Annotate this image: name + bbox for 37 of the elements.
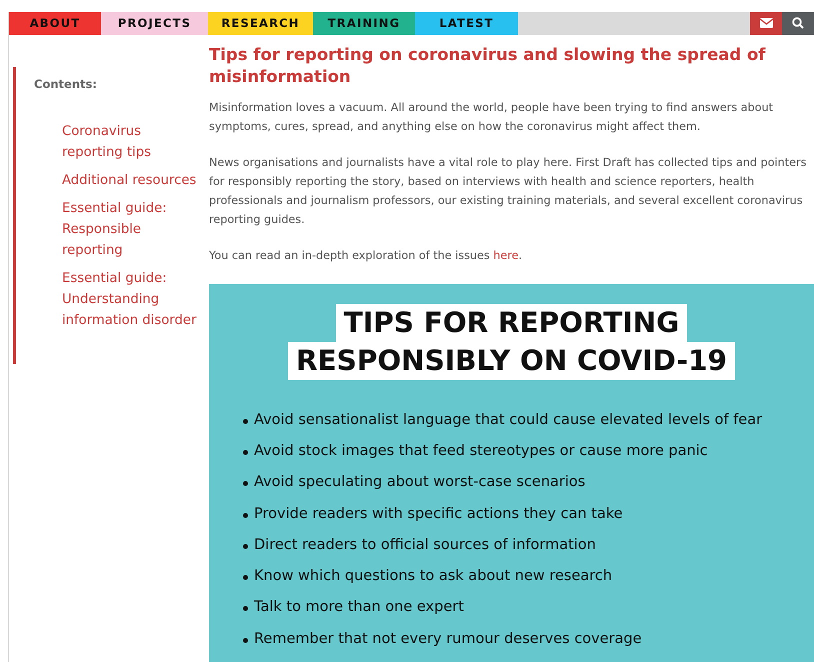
bullet-icon <box>243 418 248 424</box>
nav-tab[interactable]: PROJECTS <box>101 12 208 35</box>
nav-tab[interactable]: RESEARCH <box>208 12 313 35</box>
tip-item: Avoid stock images that feed stereotypes or cause more panic <box>243 442 814 474</box>
mail-button[interactable] <box>750 12 782 35</box>
bullet-icon <box>243 575 248 580</box>
contents-heading: Contents: <box>34 76 98 91</box>
tip-item: Provide readers with specific actions they can take <box>243 506 814 537</box>
tip-item: Avoid speculating about worst-case scenarios <box>243 474 814 506</box>
search-icon <box>792 17 804 30</box>
tip-item: Direct readers to official sources of information <box>243 536 814 568</box>
contents-link[interactable]: Essential guide: Understanding information disorder <box>62 268 204 331</box>
tip-item: Talk to more than one expert <box>243 599 814 631</box>
bullet-icon <box>243 544 248 549</box>
tip-item: Avoid sensationalist language that could cause elevated levels of fear <box>243 412 814 443</box>
contents-link[interactable]: Essential guide: Responsible reporting <box>62 198 204 261</box>
tip-item: Remember that not every rumour deserves coverage <box>243 630 814 662</box>
article-paragraph: You can read an in-depth exploration of the issues here. <box>209 248 524 264</box>
bullet-icon <box>243 606 248 612</box>
bullet-icon <box>243 450 248 455</box>
here-link[interactable]: here <box>493 248 519 262</box>
tip-item: Know which questions to ask about new research <box>243 568 814 600</box>
nav-tab[interactable]: ABOUT <box>9 12 101 35</box>
contents-link[interactable]: Coronavirus reporting tips <box>62 120 204 163</box>
bullet-icon <box>243 512 248 518</box>
search-button[interactable] <box>782 12 814 35</box>
article-paragraph: Misinformation loves a vacuum. All around the world, people have been trying to find answers about symptoms, cures, spread, and anything else on how the coronavirus might affect them. <box>209 100 774 135</box>
contents-link[interactable]: Additional resources <box>62 170 196 191</box>
infographic-title: TIPS FOR REPORTING <box>336 304 688 342</box>
nav-tab[interactable]: LATEST <box>415 12 518 35</box>
envelope-icon <box>760 18 772 28</box>
article-title: Tips for reporting on coronavirus and slowing the spread of misinformation <box>209 44 766 88</box>
nav-tab[interactable]: TRAINING <box>313 12 415 35</box>
article-paragraph: News organisations and journalists have a vital role to play here. First Draft has collected tips and pointers for responsibly reporting the story, based on interviews with health and science reporters, health professionals and journalism professors, our existing training materials, and several excellent coronavirus reporting guides. <box>209 154 808 228</box>
infographic-title: RESPONSIBLY ON COVID-19 <box>288 342 736 380</box>
bullet-icon <box>243 481 248 486</box>
bullet-icon <box>243 638 248 643</box>
